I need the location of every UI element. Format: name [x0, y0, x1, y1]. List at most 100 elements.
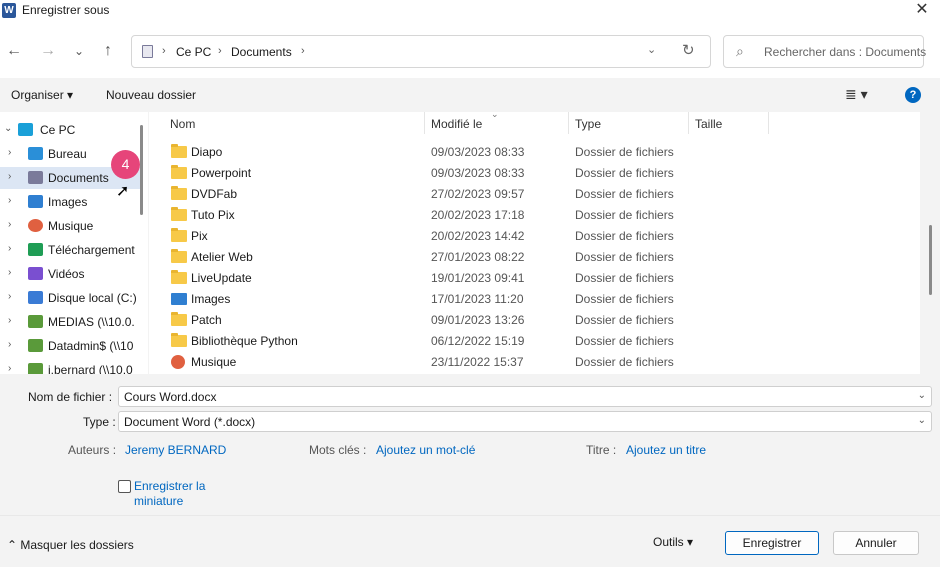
- column-separator[interactable]: [768, 112, 769, 134]
- search-input[interactable]: ⌕ Rechercher dans : Documents: [723, 35, 927, 68]
- pc-icon: [18, 123, 33, 136]
- sidebar-item-label: Vidéos: [48, 267, 85, 281]
- videos-icon: [28, 267, 43, 280]
- sidebar-item[interactable]: › MEDIAS (\\10.0.: [0, 311, 140, 333]
- organize-button[interactable]: Organiser ▾: [11, 88, 73, 102]
- title-value[interactable]: Ajoutez un titre: [626, 443, 706, 457]
- window-title: Enregistrer sous: [22, 3, 110, 17]
- refresh-icon[interactable]: ↻: [682, 41, 695, 59]
- chevron-right-icon[interactable]: ›: [8, 291, 18, 302]
- table-row[interactable]: Musique 23/11/2022 15:37 Dossier de fichie…: [164, 352, 764, 373]
- chevron-right-icon[interactable]: ›: [8, 171, 18, 182]
- breadcrumb-ce-pc[interactable]: Ce PC: [176, 45, 211, 59]
- column-separator[interactable]: [568, 112, 569, 134]
- sidebar-item[interactable]: ⌄ Ce PC: [0, 119, 136, 141]
- table-row[interactable]: Images 17/01/2023 11:20 Dossier de fichier…: [164, 289, 764, 310]
- filename-value: Cours Word.docx: [124, 390, 217, 404]
- filename-label: Nom de fichier :: [28, 390, 113, 404]
- column-separator[interactable]: [424, 112, 425, 134]
- file-modified-date: 09/01/2023 13:26: [431, 313, 525, 327]
- chevron-right-icon[interactable]: ›: [8, 339, 18, 350]
- recent-locations-button[interactable]: ⌄: [68, 38, 90, 64]
- chevron-right-icon[interactable]: ›: [8, 147, 18, 158]
- folder-icon: [171, 186, 187, 200]
- column-separator[interactable]: [688, 112, 689, 134]
- chevron-down-icon[interactable]: ⌄: [4, 123, 14, 134]
- sidebar-item[interactable]: › Vidéos: [0, 263, 140, 285]
- file-list: Nom Modifié le ⌄ Type Taille Diapo 09/03/…: [149, 112, 920, 374]
- network-drive-icon: [28, 339, 43, 352]
- sidebar-item-label: Disque local (C:): [48, 291, 137, 305]
- chevron-right-icon[interactable]: ›: [8, 363, 18, 374]
- chevron-right-icon[interactable]: ›: [8, 219, 18, 230]
- table-row[interactable]: Powerpoint 09/03/2023 08:33 Dossier de fic…: [164, 163, 764, 184]
- authors-value[interactable]: Jeremy BERNARD: [125, 443, 226, 457]
- column-header-type[interactable]: Type: [575, 117, 601, 139]
- table-row[interactable]: Pix 20/02/2023 14:42 Dossier de fichiers: [164, 226, 764, 247]
- save-thumbnail-label[interactable]: Enregistrer la miniature: [134, 479, 224, 509]
- sidebar-item[interactable]: › Musique: [0, 215, 140, 237]
- sidebar-item[interactable]: › j.bernard (\\10.0: [0, 359, 140, 374]
- file-type-select[interactable]: Document Word (*.docx) ⌄: [118, 411, 932, 432]
- search-icon: ⌕: [736, 43, 744, 59]
- table-row[interactable]: LiveUpdate 19/01/2023 09:41 Dossier de fic…: [164, 268, 764, 289]
- filename-field[interactable]: Cours Word.docx ⌄: [118, 386, 932, 407]
- sidebar-item[interactable]: › Datadmin$ (\\10: [0, 335, 140, 357]
- column-header-date[interactable]: Modifié le: [431, 117, 482, 139]
- file-type: Dossier de fichiers: [575, 166, 674, 180]
- search-placeholder: Rechercher dans : Documents: [764, 45, 927, 59]
- chevron-right-icon[interactable]: ›: [8, 195, 18, 206]
- file-name: LiveUpdate: [191, 271, 252, 285]
- sidebar-item-label: j.bernard (\\10.0: [48, 363, 133, 374]
- table-row[interactable]: Tuto Pix 20/02/2023 17:18 Dossier de fichi…: [164, 205, 764, 226]
- sidebar-item[interactable]: › Disque local (C:): [0, 287, 140, 309]
- help-icon[interactable]: ?: [905, 87, 921, 103]
- back-button[interactable]: ←: [3, 38, 25, 64]
- chevron-down-icon[interactable]: ⌄: [918, 390, 926, 401]
- close-button[interactable]: ✕: [910, 0, 934, 20]
- breadcrumb-documents[interactable]: Documents: [231, 45, 292, 59]
- chevron-down-icon[interactable]: ⌄: [918, 415, 926, 426]
- save-button[interactable]: Enregistrer: [725, 531, 819, 555]
- table-row[interactable]: Diapo 09/03/2023 08:33 Dossier de fichiers: [164, 142, 764, 163]
- table-row[interactable]: Patch 09/01/2023 13:26 Dossier de fichiers: [164, 310, 764, 331]
- folder-icon: [171, 165, 187, 179]
- file-name: Musique: [191, 355, 237, 369]
- chevron-right-icon[interactable]: ›: [8, 243, 18, 254]
- breadcrumb-separator[interactable]: ›: [301, 45, 305, 57]
- keywords-value[interactable]: Ajoutez un mot-clé: [376, 443, 475, 457]
- hide-folders-button[interactable]: ⌃ Masquer les dossiers: [7, 538, 134, 552]
- file-type: Dossier de fichiers: [575, 271, 674, 285]
- forward-button[interactable]: →: [37, 38, 59, 64]
- save-thumbnail-checkbox[interactable]: [118, 480, 131, 493]
- navigation-pane-scrollbar[interactable]: [140, 125, 143, 215]
- folder-icon: [171, 312, 187, 326]
- table-row[interactable]: DVDFab 27/02/2023 09:57 Dossier de fichier…: [164, 184, 764, 205]
- file-list-scrollbar[interactable]: [929, 225, 932, 295]
- images-icon: [28, 195, 43, 208]
- desktop-icon: [28, 147, 43, 160]
- sidebar-item-label: MEDIAS (\\10.0.: [48, 315, 135, 329]
- folder-icon: [171, 333, 187, 347]
- step-badge: 4: [111, 150, 140, 179]
- up-button[interactable]: ↑: [97, 38, 119, 64]
- word-app-icon: W: [2, 3, 16, 18]
- file-type: Dossier de fichiers: [575, 355, 674, 369]
- address-bar[interactable]: › Ce PC › Documents › ⌄ ↻: [131, 35, 711, 68]
- chevron-down-icon[interactable]: ⌄: [647, 43, 656, 56]
- new-folder-button[interactable]: Nouveau dossier: [106, 88, 196, 102]
- file-name: Tuto Pix: [191, 208, 235, 222]
- column-header-size[interactable]: Taille: [695, 117, 722, 139]
- table-row[interactable]: Atelier Web 27/01/2023 08:22 Dossier de fi…: [164, 247, 764, 268]
- cancel-button[interactable]: Annuler: [833, 531, 919, 555]
- table-row[interactable]: Bibliothèque Python 06/12/2022 15:19 Dossi…: [164, 331, 764, 352]
- sidebar-item[interactable]: › Téléchargement: [0, 239, 140, 261]
- file-modified-date: 20/02/2023 14:42: [431, 229, 525, 243]
- chevron-right-icon[interactable]: ›: [8, 315, 18, 326]
- chevron-right-icon[interactable]: ›: [8, 267, 18, 278]
- tools-button[interactable]: Outils ▾: [653, 535, 693, 549]
- column-header-name[interactable]: Nom: [170, 117, 195, 139]
- file-name: Powerpoint: [191, 166, 252, 180]
- view-options-button[interactable]: ≣ ▾: [845, 86, 868, 103]
- file-type: Dossier de fichiers: [575, 250, 674, 264]
